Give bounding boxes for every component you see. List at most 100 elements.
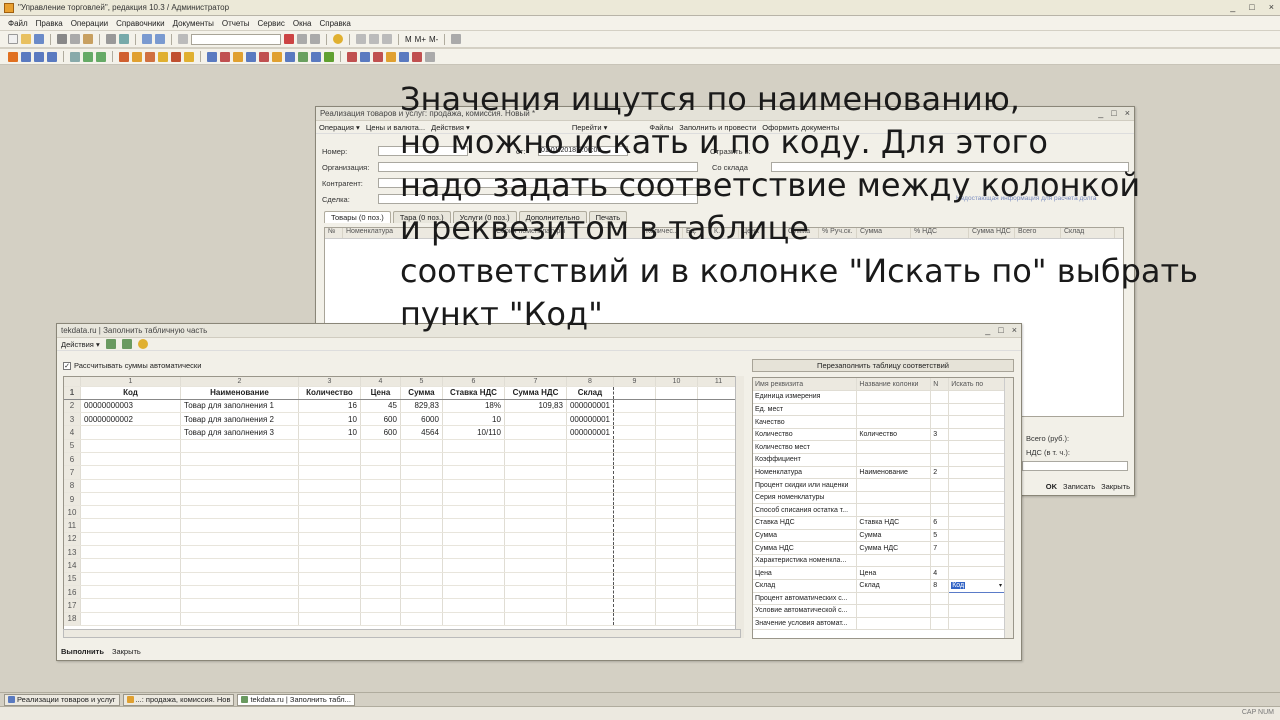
sheet-cell[interactable] — [360, 572, 401, 586]
sheet-cell[interactable] — [442, 558, 505, 573]
mapping-cell[interactable]: Ед. мест — [753, 403, 858, 417]
mapping-cell[interactable] — [930, 440, 950, 455]
sheet-cell[interactable] — [180, 492, 299, 507]
bank-icon[interactable] — [171, 51, 181, 62]
tab-goods[interactable]: Товары (0 поз.) — [324, 211, 391, 223]
mapping-row[interactable]: Номенклатура Наименование 2 — [753, 466, 1005, 480]
refill-mapping-button[interactable]: Перезаполнить таблицу соответствий — [752, 359, 1014, 372]
sheet-cell[interactable] — [180, 558, 299, 573]
mapping-cell[interactable] — [948, 604, 1005, 618]
mapping-row[interactable]: Процент скидки или наценки — [753, 478, 1005, 492]
sheet-cell[interactable] — [566, 479, 615, 493]
calc-icon[interactable] — [356, 34, 366, 44]
sheet-cell[interactable]: 829,83 — [400, 399, 443, 414]
sheet-cell[interactable] — [697, 479, 740, 493]
sheet-cell[interactable] — [298, 452, 361, 467]
sheet-cell[interactable] — [180, 585, 299, 600]
sheet-cell[interactable] — [613, 558, 656, 573]
sheet-cell[interactable] — [697, 572, 740, 586]
sheet-cell[interactable] — [697, 399, 740, 414]
sheet-cell[interactable] — [80, 518, 181, 533]
doc-journal-icon[interactable] — [8, 51, 18, 62]
sheet-cell[interactable] — [298, 558, 361, 573]
column-number[interactable]: 6 — [442, 377, 505, 387]
sheet-cell[interactable] — [298, 518, 361, 533]
sheet-cell[interactable] — [442, 465, 505, 480]
close-button[interactable]: × — [1269, 2, 1274, 12]
column-number[interactable]: 1 — [80, 377, 181, 387]
sheet-cell[interactable]: 00000000002 — [80, 412, 181, 427]
sheet-cell[interactable] — [180, 572, 299, 586]
task-fill-table[interactable]: tekdata.ru | Заполнить табл... — [237, 693, 355, 706]
row-number[interactable]: 2 — [64, 399, 81, 414]
sheet-cell[interactable] — [442, 572, 505, 586]
sheet-cell[interactable] — [613, 439, 656, 453]
sheet-cell[interactable] — [180, 532, 299, 547]
sheet-cell[interactable] — [80, 439, 181, 453]
sales-icon[interactable] — [119, 51, 129, 62]
sheet-cell[interactable] — [400, 558, 443, 573]
sheet-cell[interactable] — [360, 518, 401, 533]
sheet-cell[interactable] — [504, 572, 567, 586]
mapping-row[interactable]: Ед. мест — [753, 403, 1005, 417]
returns-icon[interactable] — [145, 51, 155, 62]
report-7-icon[interactable] — [285, 51, 295, 62]
preview-icon[interactable] — [119, 34, 129, 44]
sheet-cell[interactable] — [298, 465, 361, 480]
undo-icon[interactable] — [142, 34, 152, 44]
mapping-cell[interactable] — [930, 403, 950, 417]
menu-file[interactable]: Файл — [8, 19, 28, 28]
auto-sum-checkbox[interactable]: ✓ Рассчитывать суммы автоматически — [63, 361, 201, 370]
sheet-cell[interactable] — [504, 545, 567, 560]
mapping-cell[interactable] — [856, 617, 932, 631]
sheet-cell[interactable] — [655, 492, 698, 507]
mapping-row[interactable]: Цена Цена 4 — [753, 566, 1005, 580]
open-folder-icon[interactable] — [21, 34, 31, 44]
mapping-cell[interactable] — [930, 604, 950, 618]
sheet-cell[interactable]: Товар для заполнения 2 — [180, 412, 299, 427]
sheet-cell[interactable] — [80, 598, 181, 613]
sheet-cell[interactable] — [504, 598, 567, 613]
sheet-cell[interactable] — [655, 425, 698, 440]
sheet-cell[interactable] — [697, 505, 740, 520]
sheet-cell[interactable] — [655, 558, 698, 573]
mapping-cell[interactable]: 7 — [930, 541, 950, 555]
mapping-cell[interactable]: 3 — [930, 428, 950, 442]
mapping-cell[interactable] — [948, 516, 1005, 530]
sheet-cell[interactable] — [400, 612, 443, 626]
sheet-cell[interactable] — [442, 585, 505, 600]
sheet-cell[interactable] — [442, 492, 505, 507]
sheet-cell[interactable]: Товар для заполнения 3 — [180, 425, 299, 440]
mapping-header-cell[interactable]: Искать по — [948, 378, 1005, 392]
sheet-header-cell[interactable]: Код — [80, 386, 181, 400]
sheet-cell[interactable]: 16 — [298, 399, 361, 414]
sheet-cell[interactable] — [655, 479, 698, 493]
menu-edit[interactable]: Правка — [36, 19, 63, 28]
mapping-cell[interactable]: Единица измерения — [753, 390, 858, 404]
mapping-cell[interactable] — [856, 415, 932, 429]
mapping-row[interactable]: Единица измерения — [753, 390, 1005, 404]
mapping-row[interactable]: Способ списания остатка т... — [753, 503, 1005, 518]
ok-button[interactable]: OK — [1046, 482, 1057, 491]
sheet-cell[interactable] — [504, 465, 567, 480]
sheet-cell[interactable] — [655, 532, 698, 547]
mapping-cell[interactable] — [930, 478, 950, 492]
row-number[interactable]: 10 — [64, 505, 81, 520]
sheet-cell[interactable] — [566, 572, 615, 586]
row-number[interactable]: 11 — [64, 518, 81, 533]
sheet-cell[interactable] — [613, 425, 656, 440]
sheet-cell[interactable] — [613, 465, 656, 480]
sheet-cell[interactable] — [298, 532, 361, 547]
mapping-cell[interactable] — [930, 554, 950, 568]
report-4-icon[interactable] — [246, 51, 256, 62]
sheet-cell[interactable] — [80, 612, 181, 626]
sheet-cell[interactable] — [655, 452, 698, 467]
mapping-cell[interactable]: Цена — [856, 566, 932, 580]
row-number[interactable]: 16 — [64, 585, 81, 600]
sheet-cell[interactable] — [697, 558, 740, 573]
fill-actions-menu[interactable]: Действия ▾ — [61, 340, 100, 349]
sheet-cell[interactable] — [80, 492, 181, 507]
mapping-cell[interactable]: 4 — [930, 566, 950, 580]
sheet-cell[interactable] — [655, 585, 698, 600]
mapping-cell[interactable]: 6 — [930, 516, 950, 530]
